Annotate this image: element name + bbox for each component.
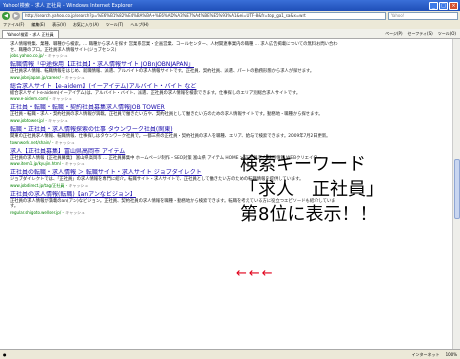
annotation-line-3: 第8位に表示！！: [240, 204, 378, 225]
status-bar: ● インターネット 100%: [0, 349, 460, 359]
maximize-button[interactable]: □: [439, 1, 448, 10]
window-title: Yahoo!検索 - 求人 正社員 - Windows Internet Exp…: [3, 3, 133, 9]
minimize-button[interactable]: _: [429, 1, 438, 10]
result-title-link[interactable]: 転職情報「中途採用【正社員】・求人情報サイト JOBnJOBNJAPAN」: [10, 61, 340, 69]
zoom-level[interactable]: 100%: [446, 352, 457, 357]
tools-menu[interactable]: ツール(O): [438, 31, 456, 37]
result-item: 転職・正社員・求人情報探索の仕事 タウンワーク社員(関東) 関東の正社員求人情報…: [10, 126, 340, 145]
result-url: jobs.yahoo.co.jp/ - キャッシュ: [10, 53, 68, 59]
annotation-callout: 検索キーワード 「求人 正社員」 第8位に表示！！: [240, 152, 450, 227]
result-item: 正社員・転職・転職・契約社員募集求人情報JOB TOWER 正社員・転職・求人・…: [10, 104, 340, 123]
status-indicator: ●: [3, 352, 7, 357]
menu-file[interactable]: ファイル(F): [3, 21, 24, 29]
annotation-line-1: 検索キーワード: [240, 154, 366, 175]
safety-menu[interactable]: セーフティ(S): [408, 31, 433, 37]
tab-active[interactable]: Yahoo!検索 - 求人 正社員: [2, 29, 59, 38]
cache-link[interactable]: キャッシュ: [65, 75, 85, 80]
result-item: 転職情報「中途採用【正社員】・求人情報サイト JOBnJOBNJAPAN」 正社…: [10, 61, 340, 80]
command-bar: ページ(P) セーフティ(S) ツール(O): [385, 31, 460, 37]
page-menu[interactable]: ページ(P): [385, 31, 402, 37]
vertical-scrollbar[interactable]: [452, 39, 460, 349]
url-field[interactable]: http://search.yahoo.co.jp/search?p=%E6%B…: [22, 12, 386, 20]
cache-link[interactable]: キャッシュ: [52, 96, 72, 101]
cache-link[interactable]: キャッシュ: [65, 210, 85, 215]
result-url: townwork.net/shain/ - キャッシュ: [10, 139, 75, 145]
result-title-link[interactable]: 総合求人サイト【e-aidem】(イーアイデム)アルバイト・バイト など: [10, 83, 340, 91]
result-url: www.jobtower.jp/ - キャッシュ: [10, 117, 69, 123]
menu-edit[interactable]: 編集(E): [31, 21, 45, 29]
cache-link[interactable]: キャッシュ: [48, 53, 68, 58]
cache-link[interactable]: キャッシュ: [55, 140, 75, 145]
menu-bar: ファイル(F) 編集(E) 表示(V) お気に入り(A) ツール(T) ヘルプ(…: [0, 21, 460, 29]
result-url: www.e-aidem.com/ - キャッシュ: [10, 96, 73, 102]
menu-favorites[interactable]: お気に入り(A): [73, 21, 99, 29]
forward-button[interactable]: ▶: [12, 12, 20, 20]
menu-tools[interactable]: ツール(T): [106, 21, 124, 29]
scrollbar-thumb[interactable]: [454, 159, 460, 219]
cache-link[interactable]: キャッシュ: [65, 161, 85, 166]
window-titlebar: Yahoo!検索 - 求人 正社員 - Windows Internet Exp…: [0, 0, 460, 11]
result-title-link[interactable]: 転職・正社員・求人情報探索の仕事 タウンワーク社員(関東): [10, 126, 340, 134]
cache-link[interactable]: キャッシュ: [68, 183, 88, 188]
result-item: 総合求人サイト【e-aidem】(イーアイデム)アルバイト・バイト など 総合求…: [10, 83, 340, 102]
zone-label: インターネット: [411, 351, 440, 357]
window-controls: _ □ ×: [429, 1, 458, 10]
result-snippet: 求人情報特集、業種、職種から検索。… 職種から求人を探す 営業系営業・企画営業、…: [10, 42, 338, 53]
result-url: www.jobnjapan.jp/career/ - キャッシュ: [10, 74, 85, 80]
annotation-line-2: 「求人 正社員」: [240, 179, 384, 200]
back-button[interactable]: ◀: [2, 12, 10, 20]
tab-bar: Yahoo!検索 - 求人 正社員 ページ(P) セーフティ(S) ツール(O): [0, 29, 460, 39]
menu-view[interactable]: 表示(V): [52, 21, 66, 29]
result-item: 求人情報特集、業種、職種から検索。… 職種から求人を探す 営業系営業・企画営業、…: [10, 42, 340, 58]
address-bar: ◀ ▶ http://search.yahoo.co.jp/search?p=%…: [0, 11, 460, 21]
cache-link[interactable]: キャッシュ: [48, 118, 68, 123]
search-input[interactable]: Yahoo!: [388, 12, 458, 20]
close-button[interactable]: ×: [449, 1, 458, 10]
menu-help[interactable]: ヘルプ(H): [130, 21, 148, 29]
annotation-arrows: ←←←: [236, 266, 275, 281]
